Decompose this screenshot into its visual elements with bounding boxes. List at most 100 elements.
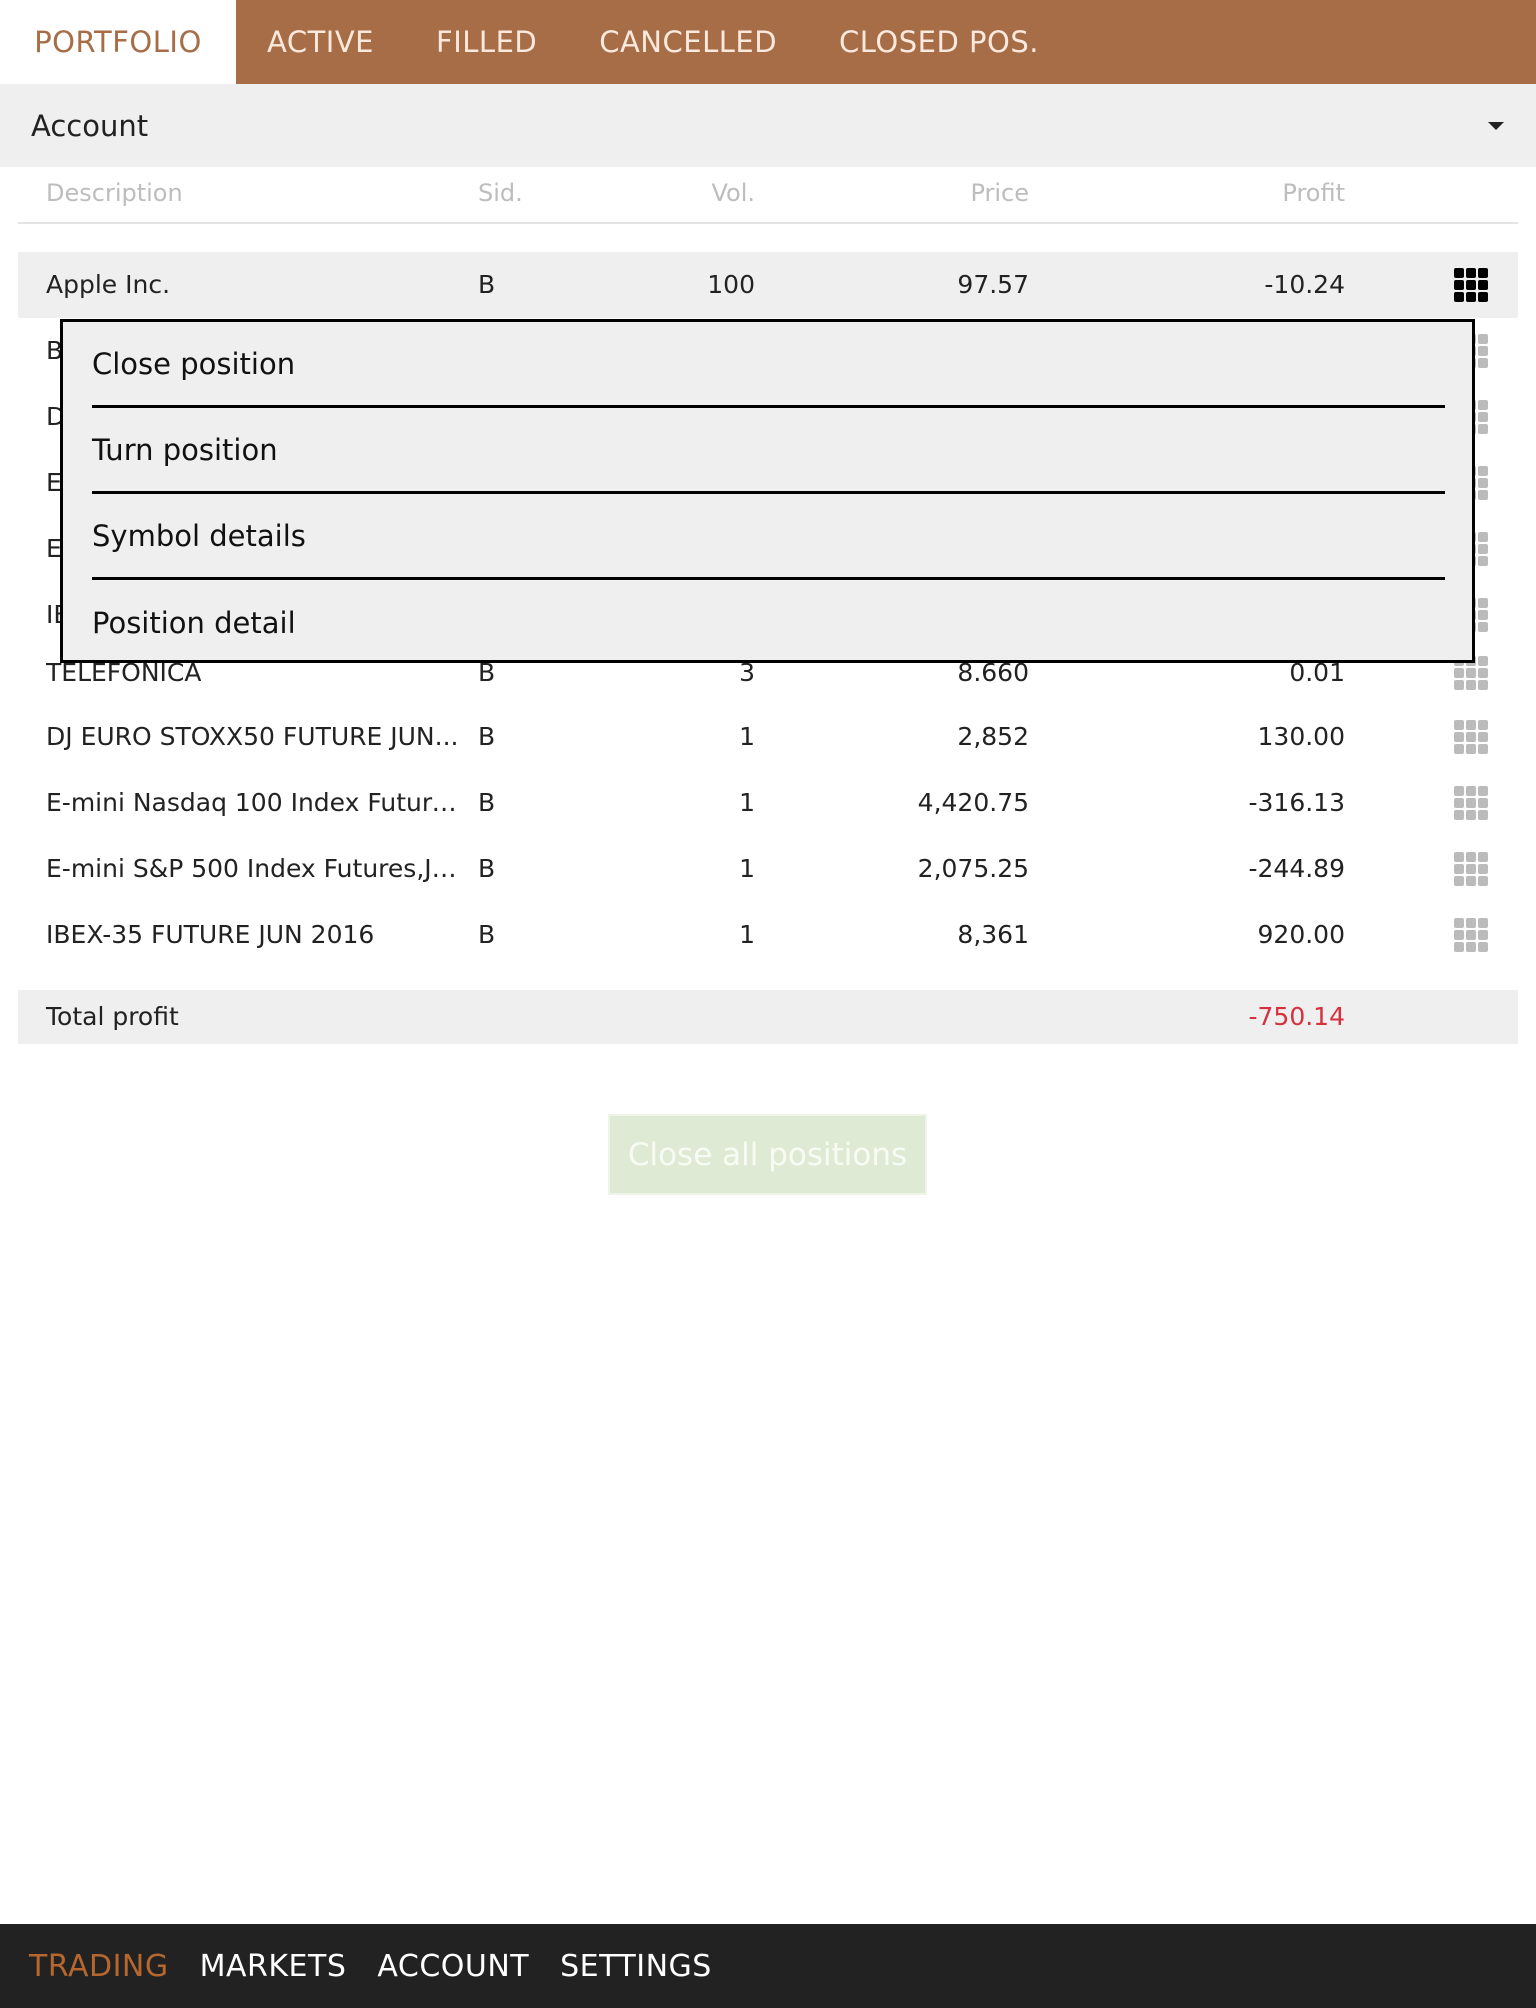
grid-dot [1466, 930, 1476, 940]
grid-dot [1454, 930, 1464, 940]
cell-side: B [478, 788, 496, 817]
grid-menu-icon[interactable] [1454, 786, 1488, 820]
grid-dot [1466, 668, 1476, 678]
grid-menu-icon[interactable] [1454, 852, 1488, 886]
grid-dot [1478, 478, 1488, 488]
grid-dot [1454, 268, 1464, 278]
nav-markets[interactable]: MARKETS [200, 1949, 347, 1984]
grid-dot [1466, 786, 1476, 796]
total-profit-label: Total profit [46, 1002, 179, 1031]
grid-dot [1454, 852, 1464, 862]
cell-profit: -10.24 [1264, 270, 1345, 299]
menu-item-symbol-details[interactable]: Symbol details [92, 494, 1445, 580]
caret-down-icon [1488, 121, 1504, 130]
table-row[interactable]: Apple Inc. B 100 97.57 -10.24 [18, 252, 1518, 318]
tab-active[interactable]: ACTIVE [236, 0, 405, 84]
bottom-nav: TRADING MARKETS ACCOUNT SETTINGS [0, 1924, 1536, 2008]
grid-dot [1454, 732, 1464, 742]
total-profit-row: Total profit -750.14 [18, 990, 1518, 1044]
header-profit: Profit [1282, 179, 1345, 207]
grid-dot [1454, 810, 1464, 820]
grid-dot [1478, 292, 1488, 302]
menu-item-turn-position[interactable]: Turn position [92, 408, 1445, 494]
grid-dot [1454, 668, 1464, 678]
cell-side: B [478, 854, 496, 883]
header-price: Price [970, 179, 1029, 207]
grid-dot [1478, 786, 1488, 796]
grid-dot [1478, 358, 1488, 368]
grid-menu-icon[interactable] [1454, 268, 1488, 302]
grid-dot [1478, 942, 1488, 952]
grid-dot [1478, 544, 1488, 554]
table-row[interactable]: IBEX-35 FUTURE JUN 2016 B 1 8,361 920.00 [18, 902, 1518, 968]
cell-volume: 1 [739, 788, 755, 817]
grid-dot [1466, 942, 1476, 952]
grid-dot [1466, 810, 1476, 820]
table-row[interactable]: E-mini Nasdaq 100 Index Futures,... B 1 4,4… [18, 770, 1518, 836]
position-context-menu: Close position Turn position Symbol deta… [60, 319, 1475, 663]
header-description: Description [46, 179, 183, 207]
nav-account[interactable]: ACCOUNT [377, 1949, 529, 1984]
nav-trading[interactable]: TRADING [29, 1949, 169, 1984]
grid-dot [1454, 918, 1464, 928]
grid-dot [1454, 942, 1464, 952]
menu-item-close-position[interactable]: Close position [92, 322, 1445, 408]
grid-dot [1466, 268, 1476, 278]
cell-description: Apple Inc. [46, 270, 171, 299]
grid-dot [1478, 680, 1488, 690]
cell-price: 2,852 [957, 722, 1029, 751]
cell-price: 8,361 [957, 920, 1029, 949]
account-select-label: Account [31, 108, 149, 143]
grid-dot [1478, 930, 1488, 940]
cell-profit: -316.13 [1248, 788, 1346, 817]
grid-dot [1478, 598, 1488, 608]
tab-closed-positions[interactable]: CLOSED POS. [808, 0, 1070, 84]
cell-volume: 1 [739, 854, 755, 883]
grid-dot [1478, 532, 1488, 542]
cell-profit: 920.00 [1257, 920, 1345, 949]
grid-dot [1478, 852, 1488, 862]
table-header: Description Sid. Vol. Price Profit [18, 167, 1518, 224]
grid-dot [1478, 466, 1488, 476]
menu-item-position-detail[interactable]: Position detail [92, 580, 1445, 666]
grid-dot [1466, 852, 1476, 862]
grid-menu-icon[interactable] [1454, 720, 1488, 754]
grid-dot [1478, 412, 1488, 422]
grid-dot [1478, 268, 1488, 278]
tab-portfolio[interactable]: PORTFOLIO [0, 0, 236, 84]
grid-dot [1454, 876, 1464, 886]
cell-volume: 100 [707, 270, 755, 299]
nav-settings[interactable]: SETTINGS [560, 1949, 712, 1984]
grid-dot [1454, 292, 1464, 302]
grid-dot [1478, 556, 1488, 566]
grid-dot [1478, 622, 1488, 632]
grid-dot [1478, 424, 1488, 434]
cell-description: DJ EURO STOXX50 FUTURE JUN... [46, 722, 459, 751]
tab-filled[interactable]: FILLED [405, 0, 568, 84]
grid-dot [1478, 798, 1488, 808]
grid-dot [1466, 680, 1476, 690]
cell-side: B [478, 270, 496, 299]
grid-dot [1454, 864, 1464, 874]
table-row[interactable]: DJ EURO STOXX50 FUTURE JUN... B 1 2,852 130.… [18, 704, 1518, 770]
cell-description: IBEX-35 FUTURE JUN 2016 [46, 920, 375, 949]
grid-dot [1466, 292, 1476, 302]
grid-dot [1454, 280, 1464, 290]
grid-dot [1466, 280, 1476, 290]
close-all-positions-button[interactable]: Close all positions [608, 1114, 927, 1195]
grid-dot [1454, 798, 1464, 808]
grid-menu-icon[interactable] [1454, 918, 1488, 952]
grid-dot [1466, 744, 1476, 754]
cell-volume: 1 [739, 722, 755, 751]
grid-dot [1454, 744, 1464, 754]
cell-profit: 130.00 [1257, 722, 1345, 751]
cell-side: B [478, 920, 496, 949]
grid-dot [1478, 656, 1488, 666]
grid-dot [1466, 720, 1476, 730]
grid-dot [1466, 864, 1476, 874]
total-profit-value: -750.14 [1248, 1002, 1346, 1031]
account-select[interactable]: Account [0, 84, 1536, 167]
tab-cancelled[interactable]: CANCELLED [568, 0, 808, 84]
table-row[interactable]: E-mini S&P 500 Index Futures,Jun... B 1 2,0… [18, 836, 1518, 902]
cell-description: E-mini Nasdaq 100 Index Futures,... [46, 788, 466, 817]
